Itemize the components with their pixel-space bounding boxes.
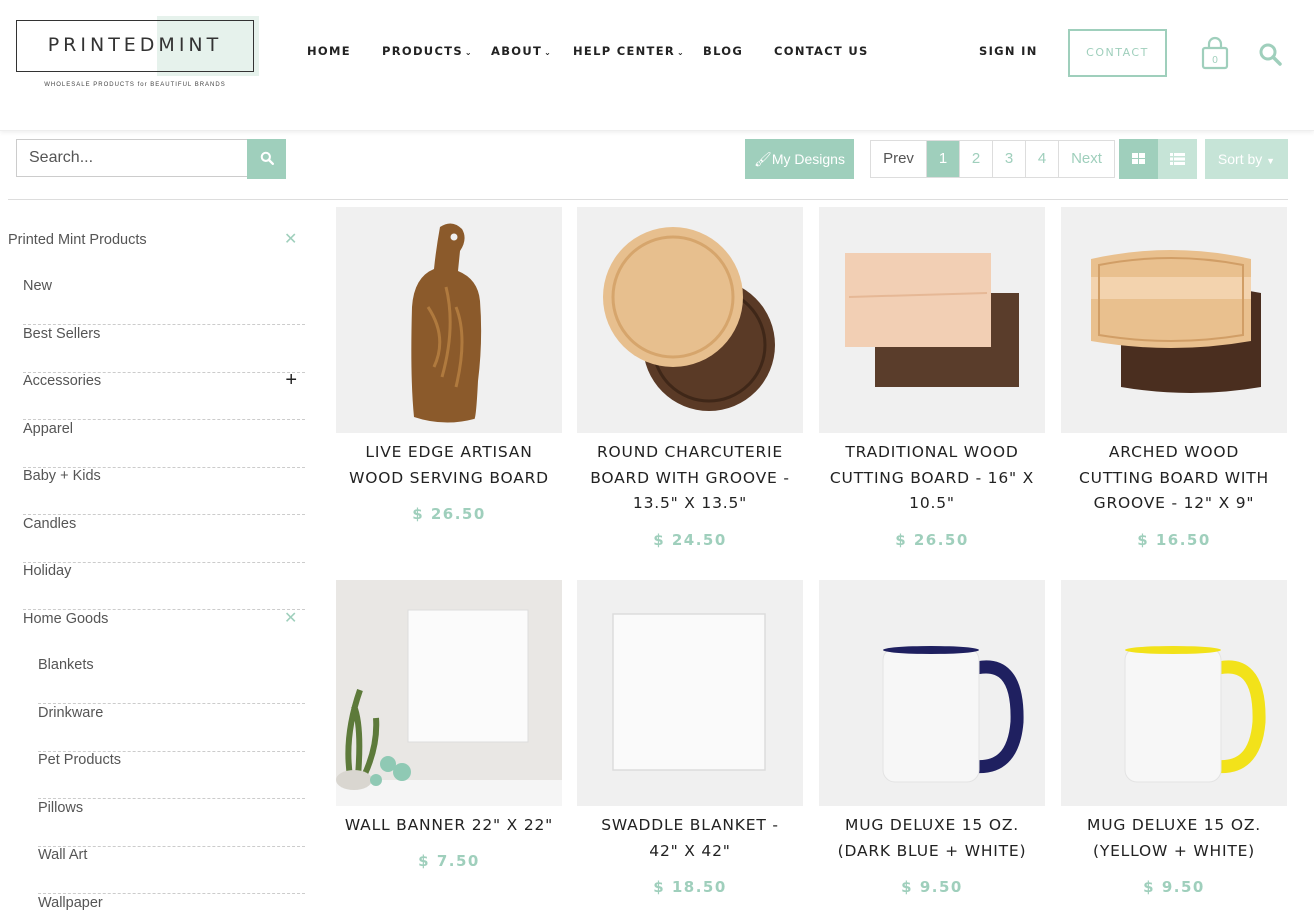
- logo[interactable]: PRINTEDMINT WHOLESALE PRODUCTS for BEAUT…: [16, 16, 259, 91]
- sidebar-subitem-wallpaper[interactable]: Wallpaper: [38, 895, 305, 910]
- product-title[interactable]: ARCHED WOOD CUTTING BOARD WITH GROOVE - 12…: [1061, 440, 1287, 517]
- sort-by-dropdown[interactable]: Sort by ▼: [1205, 139, 1288, 179]
- close-icon[interactable]: ✕: [284, 608, 297, 628]
- search-icon[interactable]: [1258, 42, 1282, 66]
- sidebar-item-label: Accessories: [23, 373, 102, 389]
- list-icon: [1170, 153, 1185, 165]
- sidebar-item-label: Drinkware: [38, 705, 104, 721]
- sidebar-item-label: Pillows: [38, 800, 84, 816]
- product-image[interactable]: [1061, 580, 1287, 806]
- product-price: $ 9.50: [1143, 878, 1205, 896]
- sidebar-item-candles[interactable]: Candles: [23, 516, 305, 563]
- sidebar-item-label: Pet Products: [38, 752, 122, 768]
- product-image[interactable]: [819, 207, 1045, 433]
- sidebar-item-label: Holiday: [23, 563, 72, 579]
- product-price: $ 18.50: [653, 878, 727, 896]
- pagination-prev[interactable]: Prev: [871, 141, 927, 177]
- sidebar-item-apparel[interactable]: Apparel: [23, 421, 305, 468]
- search-input[interactable]: [16, 139, 248, 177]
- close-icon[interactable]: ✕: [284, 229, 297, 249]
- cart-count: 0: [1212, 55, 1218, 66]
- sidebar-item-best-sellers[interactable]: Best Sellers: [23, 326, 305, 373]
- sidebar-item-label: Blankets: [38, 657, 94, 673]
- nav-products[interactable]: PRODUCTS ⌄: [382, 44, 473, 58]
- product-title[interactable]: ROUND CHARCUTERIE BOARD WITH GROOVE -13.5…: [577, 440, 803, 517]
- sidebar-item-baby-kids[interactable]: Baby + Kids: [23, 468, 305, 515]
- divider: [8, 199, 1288, 200]
- product-price: $ 9.50: [901, 878, 963, 896]
- sidebar-item-new[interactable]: New: [23, 278, 305, 325]
- logo-text: PRINTEDMINT: [47, 34, 223, 56]
- product-title[interactable]: WALL BANNER 22" X 22": [336, 813, 562, 839]
- search-icon: [260, 151, 274, 165]
- brush-icon: 🖌: [754, 151, 772, 167]
- product-image[interactable]: [577, 580, 803, 806]
- sidebar-item-holiday[interactable]: Holiday: [23, 563, 305, 610]
- product-price: $ 7.50: [418, 852, 480, 870]
- sign-in-link[interactable]: SIGN IN: [979, 44, 1038, 58]
- product-title[interactable]: MUG DELUXE 15 OZ. (YELLOW + WHITE): [1061, 813, 1287, 864]
- pagination-page-2[interactable]: 2: [960, 141, 993, 177]
- my-designs-button[interactable]: 🖌My Designs: [745, 139, 854, 179]
- product-price: $ 26.50: [895, 531, 969, 549]
- product-price: $ 24.50: [653, 531, 727, 549]
- sidebar-item-label: Wallpaper: [38, 895, 103, 910]
- product-title[interactable]: MUG DELUXE 15 OZ. (DARK BLUE + WHITE): [819, 813, 1045, 864]
- logo-tagline: WHOLESALE PRODUCTS for BEAUTIFUL BRANDS: [44, 82, 226, 88]
- chevron-down-icon: ⌄: [677, 48, 686, 57]
- category-root[interactable]: Printed Mint Products: [8, 232, 147, 248]
- sidebar-subitem-pet-products[interactable]: Pet Products: [38, 752, 305, 799]
- sidebar-item-label: Wall Art: [38, 847, 88, 863]
- product-price: $ 26.50: [412, 505, 486, 523]
- sidebar-item-label: Candles: [23, 516, 77, 532]
- product-title[interactable]: TRADITIONAL WOOD CUTTING BOARD - 16" X 10.…: [819, 440, 1045, 517]
- product-title[interactable]: SWADDLE BLANKET -42" X 42": [577, 813, 803, 864]
- nav-home[interactable]: HOME: [307, 44, 351, 58]
- search-button[interactable]: [247, 139, 286, 179]
- sidebar-subitem-wall-art[interactable]: Wall Art: [38, 847, 305, 894]
- product-image[interactable]: [336, 580, 562, 806]
- shopping-bag-icon[interactable]: 0: [1201, 36, 1229, 70]
- product-search: [16, 139, 286, 179]
- site-header: PRINTEDMINT WHOLESALE PRODUCTS for BEAUT…: [0, 0, 1314, 131]
- nav-help-center[interactable]: HELP CENTER ⌄: [573, 44, 685, 58]
- sidebar-subitem-drinkware[interactable]: Drinkware: [38, 705, 305, 752]
- sort-by-label: Sort by: [1217, 151, 1263, 167]
- sidebar-subitem-pillows[interactable]: Pillows: [38, 800, 305, 847]
- chevron-down-icon: ⌄: [544, 48, 553, 57]
- sidebar-item-label: Home Goods: [23, 611, 109, 627]
- sidebar-item-label: Apparel: [23, 421, 73, 437]
- product-price: $ 16.50: [1137, 531, 1211, 549]
- sidebar-subitem-blankets[interactable]: Blankets: [38, 657, 305, 704]
- plus-icon[interactable]: +: [285, 369, 297, 392]
- sidebar-item-accessories[interactable]: Accessories +: [23, 369, 305, 420]
- pagination-page-4[interactable]: 4: [1026, 141, 1059, 177]
- sidebar-item-label: New: [23, 278, 53, 294]
- product-image[interactable]: [819, 580, 1045, 806]
- grid-icon: [1132, 153, 1145, 164]
- sidebar-item-label: Baby + Kids: [23, 468, 101, 484]
- pagination-next[interactable]: Next: [1059, 141, 1114, 177]
- chevron-down-icon: ⌄: [464, 48, 473, 57]
- nav-blog[interactable]: BLOG: [703, 44, 743, 58]
- pagination: Prev 1 2 3 4 Next: [870, 140, 1115, 178]
- product-image[interactable]: [1061, 207, 1287, 433]
- nav-about[interactable]: ABOUT ⌄: [491, 44, 552, 58]
- product-title[interactable]: LIVE EDGE ARTISAN WOOD SERVING BOARD: [336, 440, 562, 491]
- list-view-button[interactable]: [1158, 139, 1197, 179]
- grid-view-button[interactable]: [1119, 139, 1158, 179]
- sidebar-item-label: Best Sellers: [23, 326, 101, 342]
- pagination-page-3[interactable]: 3: [993, 141, 1026, 177]
- product-image[interactable]: [577, 207, 803, 433]
- nav-contact-us[interactable]: CONTACT US: [774, 44, 869, 58]
- product-image[interactable]: [336, 207, 562, 433]
- caret-down-icon: ▼: [1266, 156, 1276, 166]
- contact-button[interactable]: CONTACT: [1068, 29, 1167, 77]
- my-designs-label: My Designs: [771, 151, 845, 167]
- sidebar-item-home-goods[interactable]: Home Goods: [23, 611, 305, 658]
- pagination-page-1[interactable]: 1: [927, 141, 960, 177]
